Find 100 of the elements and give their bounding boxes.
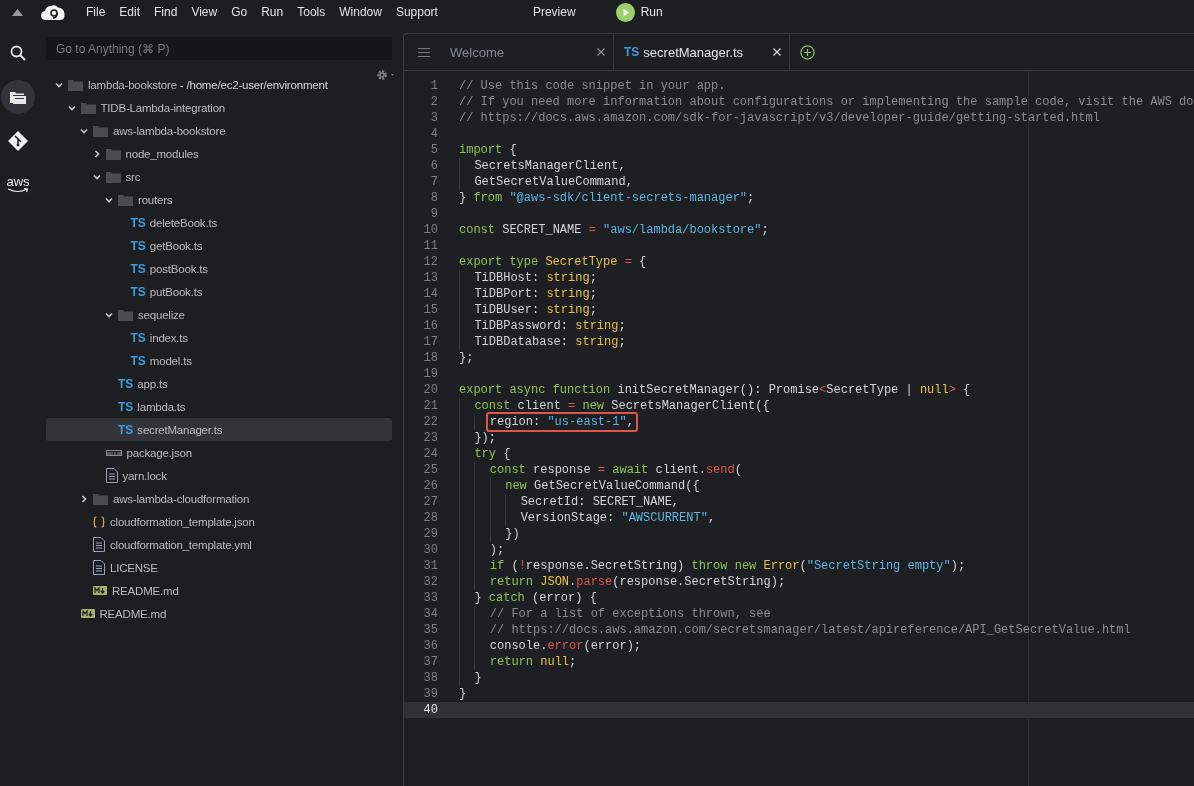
tree-item[interactable]: TS lambda.ts — [46, 395, 392, 418]
code-line: } — [473, 670, 483, 687]
tab-label: secretManager.ts — [643, 44, 745, 60]
code-line: ); — [488, 542, 506, 559]
line-number: 24 — [422, 446, 438, 462]
go-to-anything-field[interactable]: Go to Anything (⌘ P) — [46, 37, 392, 60]
line-number: 16 — [422, 318, 438, 334]
tree-item[interactable]: TIDB-Lambda-integration — [46, 96, 392, 119]
code-line: GetSecretValueCommand, — [473, 174, 634, 191]
code-line: new GetSecretValueCommand({ — [504, 478, 701, 495]
tree-item[interactable]: package.json — [46, 441, 392, 464]
menu-icon[interactable] — [418, 47, 430, 57]
chevron-right-icon[interactable] — [80, 494, 88, 503]
code-line: } catch (error) { — [473, 590, 598, 607]
code-line: const SECRET_NAME = "aws/lambda/bookstore"; — [458, 222, 770, 239]
menu-item[interactable]: Support — [388, 5, 445, 19]
chevron-down-icon[interactable] — [92, 172, 101, 181]
tree-item[interactable]: TS postBook.ts — [46, 257, 392, 280]
smile-arrow-icon — [7, 188, 29, 193]
menu-item[interactable]: Run — [254, 5, 291, 19]
line-number: 2 — [429, 94, 438, 110]
menu-item[interactable]: Window — [332, 5, 389, 19]
document-icon — [93, 560, 105, 575]
file-name: cloudformation_template.json — [110, 515, 255, 528]
menu-item[interactable]: File — [79, 5, 113, 19]
typescript-icon: TS — [118, 376, 134, 391]
folder-icon — [105, 170, 121, 183]
menu-item[interactable]: Tools — [290, 5, 333, 19]
line-number: 28 — [422, 510, 438, 526]
collapse-caret-icon[interactable] — [12, 8, 23, 16]
tree-item[interactable]: yarn.lock — [46, 464, 392, 487]
aws-button[interactable]: aws — [1, 168, 35, 202]
tree-item[interactable]: aws-lambda-bookstore — [46, 119, 392, 142]
tree-item[interactable]: node_modules — [46, 142, 392, 165]
chevron-down-icon[interactable] — [80, 126, 88, 135]
tree-item[interactable]: routers — [46, 188, 392, 211]
chevron-down-icon[interactable] — [105, 195, 113, 204]
code-line: try { — [473, 446, 512, 463]
line-number: 31 — [422, 558, 438, 574]
menu-item[interactable]: View — [184, 5, 225, 19]
preview-menu[interactable]: Preview — [532, 5, 576, 19]
tree-item[interactable]: TS putBook.ts — [46, 280, 392, 303]
document-icon — [105, 468, 118, 483]
menu-item[interactable]: Find — [147, 5, 185, 19]
markdown-icon — [80, 609, 95, 618]
folder-icon — [105, 147, 121, 160]
chevron-down-icon[interactable] — [105, 310, 113, 319]
cloud-logo-icon[interactable] — [41, 4, 65, 20]
line-number: 23 — [422, 430, 438, 446]
tree-item[interactable]: TS model.ts — [46, 349, 392, 372]
chevron-right-icon[interactable] — [92, 149, 101, 158]
file-name: TIDB-Lambda-integration — [100, 101, 226, 114]
tree-item[interactable]: README.md — [46, 602, 392, 625]
code-line: } — [458, 686, 468, 703]
menu-item[interactable]: Edit — [112, 5, 148, 19]
tree-item[interactable]: TS secretManager.ts — [46, 418, 392, 441]
tree-item[interactable]: sequelize — [46, 303, 392, 326]
code-line: TiDBHost: string; — [473, 270, 598, 287]
typescript-icon: TS — [130, 261, 146, 276]
file-name: LICENSE — [110, 561, 158, 574]
files-button[interactable] — [1, 80, 35, 114]
menu-item[interactable]: Go — [224, 5, 255, 19]
typescript-icon: TS — [130, 330, 146, 345]
chevron-down-icon[interactable] — [67, 103, 76, 112]
tree-item[interactable]: lambda-bookstore - /home/ec2-user/environment — [46, 73, 392, 96]
tree-item[interactable]: LICENSE — [46, 556, 392, 579]
code-line: TiDBPassword: string; — [473, 318, 627, 335]
chevron-down-icon[interactable] — [55, 80, 63, 89]
run-button[interactable]: Run — [615, 2, 663, 22]
close-icon[interactable] — [597, 48, 605, 56]
folder-icon — [93, 124, 108, 137]
markdown-icon — [93, 586, 107, 595]
tree-item[interactable]: cloudformation_template.yml — [46, 533, 392, 556]
npm-icon — [105, 449, 122, 456]
line-number: 27 — [422, 494, 438, 510]
file-name: getBook.ts — [149, 239, 203, 252]
line-number: 15 — [422, 302, 438, 318]
tree-item[interactable]: TS getBook.ts — [46, 234, 392, 257]
tree-item[interactable]: src — [46, 165, 392, 188]
code-line: VersionStage: "AWSCURRENT", — [519, 510, 717, 527]
file-name: yarn.lock — [122, 469, 167, 482]
code-line: return null; — [488, 654, 578, 671]
code-line: console.error(error); — [488, 638, 643, 655]
tree-item[interactable]: README.md — [46, 579, 392, 602]
line-number: 11 — [422, 238, 438, 254]
file-name: deleteBook.ts — [149, 216, 217, 229]
line-number: 18 — [422, 350, 438, 366]
line-number: 13 — [422, 270, 438, 286]
tree-item[interactable]: aws-lambda-cloudformation — [46, 487, 392, 510]
code-line: const response = await client.send( — [488, 462, 743, 479]
tree-item[interactable]: TS app.ts — [46, 372, 392, 395]
tree-item[interactable]: cloudformation_template.json — [46, 510, 392, 533]
tree-item[interactable]: TS index.ts — [46, 326, 392, 349]
line-number: 39 — [422, 686, 438, 702]
line-number: 35 — [422, 622, 438, 638]
tree-item[interactable]: TS deleteBook.ts — [46, 211, 392, 234]
code-line: SecretsManagerClient, — [473, 158, 627, 175]
line-number: 37 — [422, 654, 438, 670]
add-tab-icon[interactable] — [800, 44, 815, 60]
line-number: 26 — [422, 478, 438, 494]
